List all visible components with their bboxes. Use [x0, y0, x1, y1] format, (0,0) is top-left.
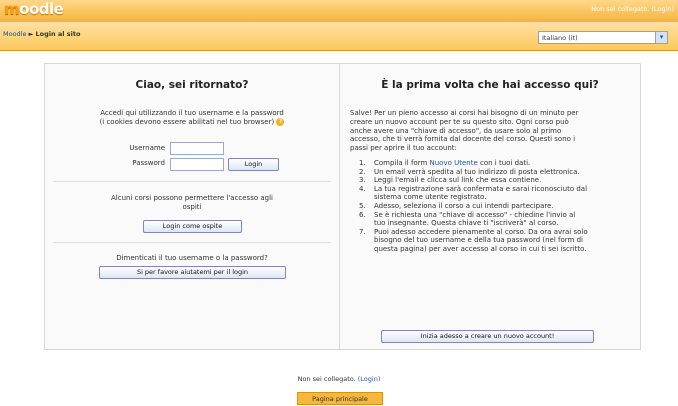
signup-button[interactable]: Inizia adesso a creare un nuovo account! [381, 330, 594, 343]
returning-user-column: Ciao, sei ritornato? Accedi qui utilizza… [45, 64, 340, 349]
footer-status-text: Non sei collegato. [297, 375, 356, 383]
divider [53, 181, 331, 182]
step-number: 7. [359, 227, 366, 236]
breadcrumb-current: Login al sito [35, 30, 81, 38]
password-label: Password [132, 159, 165, 167]
language-select-value: Italiano (it) [542, 34, 578, 42]
page-header: moodle Non sei collegato. (Login) [0, 0, 678, 23]
help-icon[interactable]: ? [276, 118, 285, 126]
step-number: 4. [359, 184, 366, 193]
step-number: 6. [359, 210, 366, 219]
language-select[interactable]: Italiano (it) ▾ [538, 31, 668, 44]
forgot-text: Dimenticati il tuo username o la passwor… [116, 254, 268, 262]
breadcrumb-separator-icon: ► [28, 30, 34, 38]
intro-line: Salve! Per un pieno accesso ai corsi hai… [350, 109, 579, 117]
intro-line: passi per aprire il tuo account: [350, 144, 457, 153]
signup-step: 3. Leggi l'email e clicca sul link che es… [359, 176, 542, 185]
chevron-down-icon[interactable]: ▾ [655, 32, 667, 43]
signup-steps: 1. Compila il form Nuovo Utente con i tuo… [359, 159, 627, 254]
guest-text-line2: ospiti [182, 203, 202, 211]
signup-step: 7. Puoi adesso accedere pienamente al cor… [359, 227, 588, 253]
new-user-link[interactable]: Nuovo Utente [430, 159, 478, 167]
footer-login-link[interactable]: (Login) [358, 375, 381, 383]
new-user-column: È la prima volta che hai accesso qui? Sa… [340, 64, 640, 349]
new-user-title: È la prima volta che hai accesso qui? [381, 79, 599, 91]
login-intro-line2-wrap: (i cookies devono essere abilitati nel t… [45, 118, 339, 127]
step-number: 5. [359, 201, 366, 210]
step-number: 2. [359, 167, 366, 176]
login-intro-line2: (i cookies devono essere abilitati nel t… [99, 118, 275, 126]
breadcrumb-home-link[interactable]: Moodle [3, 30, 27, 38]
divider [53, 242, 331, 243]
username-label: Username [129, 144, 165, 152]
header-login-link[interactable]: (Login) [651, 5, 674, 13]
signup-step: 5. Adesso, seleziona il corso a cui inten… [359, 201, 554, 210]
intro-line: creare un nuovo account per te su questo… [350, 117, 569, 126]
password-input[interactable] [170, 158, 224, 171]
guest-login-button[interactable]: Login come ospite [143, 220, 242, 233]
signup-step: 6. Se è richiesta una "chiave di accesso"… [359, 210, 576, 228]
footer-login-info: Non sei collegato. (Login) [0, 375, 678, 383]
login-panel: Ciao, sei ritornato? Accedi qui utilizza… [44, 63, 641, 350]
signup-step: 1. Compila il form Nuovo Utente con i tuo… [359, 159, 531, 167]
signup-step: 2. Un email verrà spedita al tuo indirizz… [359, 167, 580, 176]
intro-line: accesso, che ti verrà fornita dal docent… [350, 135, 576, 144]
forgot-password-button[interactable]: Si per favore aiutatemi per il login [99, 266, 286, 279]
step-number: 3. [359, 176, 366, 185]
home-button[interactable]: Pagina principale [297, 392, 383, 405]
new-user-intro: Salve! Per un pieno accesso ai corsi hai… [350, 109, 635, 153]
signup-step: 4. La tua registrazione sarà confermata e… [359, 184, 588, 202]
login-intro: Accedi qui utilizzando il tuo username e… [45, 109, 339, 127]
returning-title: Ciao, sei ritornato? [135, 79, 249, 91]
login-button[interactable]: Login [228, 158, 279, 171]
login-intro-line1: Accedi qui utilizzando il tuo username e… [100, 109, 284, 117]
step-number: 1. [359, 159, 366, 167]
guest-text-line1: Alcuni corsi possono permettere l'access… [111, 194, 273, 202]
login-info: Non sei collegato. (Login) [591, 5, 674, 13]
intro-line: anche avere una "chiave di accesso", da … [350, 126, 562, 135]
guest-text: Alcuni corsi possono permettere l'access… [45, 194, 339, 212]
moodle-logo[interactable]: moodle [4, 0, 64, 18]
login-status-text: Non sei collegato. [591, 5, 650, 13]
navbar: Moodle ► Login al sito Italiano (it) ▾ [0, 22, 678, 51]
username-input[interactable] [170, 142, 224, 155]
breadcrumb: Moodle ► Login al sito [3, 30, 80, 38]
